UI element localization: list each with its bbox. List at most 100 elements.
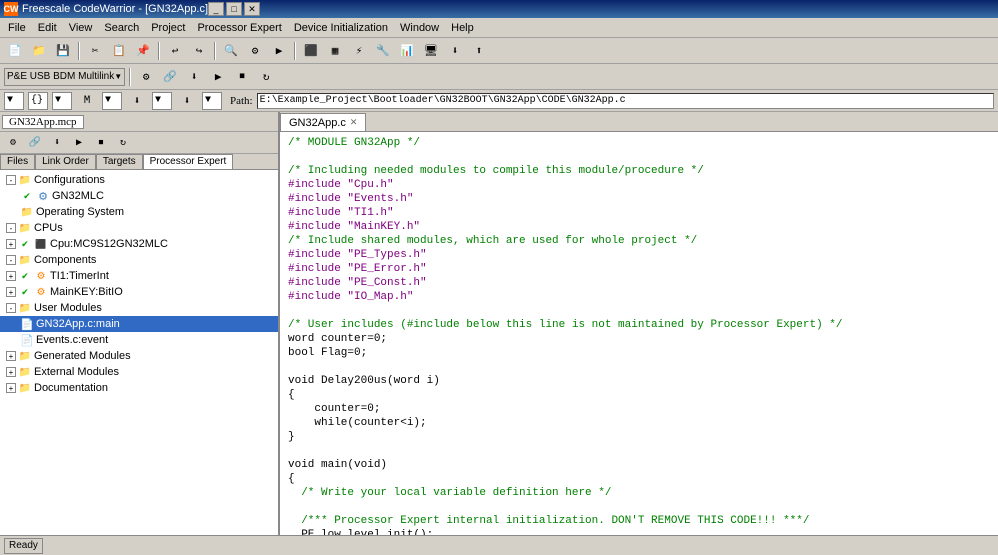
- tree-item-ti1[interactable]: + ✔ ⚙ TI1:TimerInt: [0, 268, 278, 284]
- tree-label-generated: Generated Modules: [34, 350, 131, 362]
- menu-file[interactable]: File: [2, 20, 32, 36]
- btn5[interactable]: ⬛: [300, 41, 322, 61]
- debug-dropdown6[interactable]: ▼: [202, 92, 222, 110]
- close-tab-icon[interactable]: ✕: [350, 117, 358, 128]
- undo-button[interactable]: ↩: [164, 41, 186, 61]
- toggle-components[interactable]: -: [6, 255, 16, 265]
- menu-project[interactable]: Project: [145, 20, 191, 36]
- app-icon: CW: [4, 2, 18, 16]
- debug-dropdown4[interactable]: ▼: [102, 92, 122, 110]
- code-tab-gn32app[interactable]: GN32App.c ✕: [280, 113, 366, 131]
- btn10[interactable]: 🖥: [420, 41, 442, 61]
- tab-files[interactable]: Files: [0, 154, 35, 169]
- tree-item-mainkey[interactable]: + ✔ ⚙ MainKEY:BitIO: [0, 284, 278, 300]
- bdm-btn2[interactable]: 🔗: [159, 67, 181, 87]
- save-button[interactable]: 💾: [52, 41, 74, 61]
- debug-dropdown1[interactable]: ▼: [4, 92, 24, 110]
- path-nav1[interactable]: M: [76, 91, 98, 111]
- cut-button[interactable]: ✂: [84, 41, 106, 61]
- folder-icon-generated: 📁: [18, 350, 32, 362]
- tab-link-order[interactable]: Link Order: [35, 154, 96, 169]
- code-editor[interactable]: /* MODULE GN32App *//* Including needed …: [280, 132, 998, 535]
- menu-help[interactable]: Help: [445, 20, 480, 36]
- tree-label-configurations: Configurations: [34, 174, 105, 186]
- bdm-btn6[interactable]: ↻: [255, 67, 277, 87]
- menu-search[interactable]: Search: [98, 20, 145, 36]
- tree-item-configurations[interactable]: - 📁 Configurations: [0, 172, 278, 188]
- tree-item-os[interactable]: 📁 Operating System: [0, 204, 278, 220]
- status-text: Ready: [9, 540, 38, 551]
- menu-edit[interactable]: Edit: [32, 20, 63, 36]
- toggle-external[interactable]: +: [6, 367, 16, 377]
- window-controls[interactable]: _ □ ✕: [208, 2, 260, 16]
- btn11[interactable]: ⬇: [444, 41, 466, 61]
- toggle-generated[interactable]: +: [6, 351, 16, 361]
- redo-button[interactable]: ↪: [188, 41, 210, 61]
- tree-item-user-modules[interactable]: - 📁 User Modules: [0, 300, 278, 316]
- code-line: word counter=0;: [288, 332, 990, 346]
- minimize-button[interactable]: _: [208, 2, 224, 16]
- path-nav3[interactable]: ⬇: [176, 91, 198, 111]
- bdm-btn1[interactable]: ⚙: [135, 67, 157, 87]
- tree-item-cpu[interactable]: + ✔ ⬛ Cpu:MC9S12GN32MLC: [0, 236, 278, 252]
- menu-view[interactable]: View: [63, 20, 99, 36]
- tree-item-external[interactable]: + 📁 External Modules: [0, 364, 278, 380]
- toggle-cpus[interactable]: -: [6, 223, 16, 233]
- toggle-cpu[interactable]: +: [6, 239, 16, 249]
- bdm-selector[interactable]: P&E USB BDM Multilink ▼: [4, 68, 125, 86]
- close-button[interactable]: ✕: [244, 2, 260, 16]
- toggle-configurations[interactable]: -: [6, 175, 16, 185]
- btn7[interactable]: ⚡: [348, 41, 370, 61]
- new-button[interactable]: 📄: [4, 41, 26, 61]
- panel-btn4[interactable]: ▶: [70, 134, 88, 152]
- bdm-btn4[interactable]: ▶: [207, 67, 229, 87]
- path-nav2[interactable]: ⬇: [126, 91, 148, 111]
- ti1-icon: ⚙: [34, 270, 48, 282]
- file-icon-gn32app: 📄: [20, 318, 34, 330]
- bdm-btn3[interactable]: ⬇: [183, 67, 205, 87]
- tree-item-documentation[interactable]: + 📁 Documentation: [0, 380, 278, 396]
- panel-btn6[interactable]: ↻: [114, 134, 132, 152]
- toggle-ti1[interactable]: +: [6, 271, 16, 281]
- debug-dropdown5[interactable]: ▼: [152, 92, 172, 110]
- code-line: counter=0;: [288, 402, 990, 416]
- tree-item-gn32app[interactable]: 📄 GN32App.c:main: [0, 316, 278, 332]
- paste-button[interactable]: 📌: [132, 41, 154, 61]
- panel-btn1[interactable]: ⚙: [4, 134, 22, 152]
- toggle-documentation[interactable]: +: [6, 383, 16, 393]
- btn8[interactable]: 🔧: [372, 41, 394, 61]
- btn6[interactable]: ▦: [324, 41, 346, 61]
- tree-item-components[interactable]: - 📁 Components: [0, 252, 278, 268]
- menu-device-initialization[interactable]: Device Initialization: [288, 20, 394, 36]
- copy-button[interactable]: 📋: [108, 41, 130, 61]
- tab-targets[interactable]: Targets: [96, 154, 143, 169]
- menu-processor-expert[interactable]: Processor Expert: [191, 20, 287, 36]
- code-tabs: GN32App.c ✕: [280, 112, 998, 132]
- file-icon-events: 📄: [20, 334, 34, 346]
- find-button[interactable]: 🔍: [220, 41, 242, 61]
- tree-item-events[interactable]: 📄 Events.c:event: [0, 332, 278, 348]
- bdm-btn5[interactable]: ⏹: [231, 67, 253, 87]
- btn12[interactable]: ⬆: [468, 41, 490, 61]
- path-input[interactable]: [257, 93, 994, 109]
- debug-dropdown2[interactable]: {}: [28, 92, 48, 110]
- open-button[interactable]: 📁: [28, 41, 50, 61]
- code-editor-panel: GN32App.c ✕ /* MODULE GN32App *//* Inclu…: [280, 112, 998, 535]
- build-button[interactable]: ⚙: [244, 41, 266, 61]
- btn9[interactable]: 📊: [396, 41, 418, 61]
- panel-btn3[interactable]: ⬇: [48, 134, 66, 152]
- check-icon-mainkey: ✔: [18, 286, 32, 298]
- menu-window[interactable]: Window: [394, 20, 445, 36]
- panel-btn5[interactable]: ⏹: [92, 134, 110, 152]
- tab-processor-expert[interactable]: Processor Expert: [143, 154, 234, 169]
- maximize-button[interactable]: □: [226, 2, 242, 16]
- toggle-user-modules[interactable]: -: [6, 303, 16, 313]
- debug-dropdown3[interactable]: ▼: [52, 92, 72, 110]
- debug-button[interactable]: ▶: [268, 41, 290, 61]
- toggle-mainkey[interactable]: +: [6, 287, 16, 297]
- tree-item-gn32mlc[interactable]: ✔ ⚙ GN32MLC: [0, 188, 278, 204]
- tree-item-cpus[interactable]: - 📁 CPUs: [0, 220, 278, 236]
- code-line: #include "TI1.h": [288, 206, 990, 220]
- tree-item-generated[interactable]: + 📁 Generated Modules: [0, 348, 278, 364]
- panel-btn2[interactable]: 🔗: [26, 134, 44, 152]
